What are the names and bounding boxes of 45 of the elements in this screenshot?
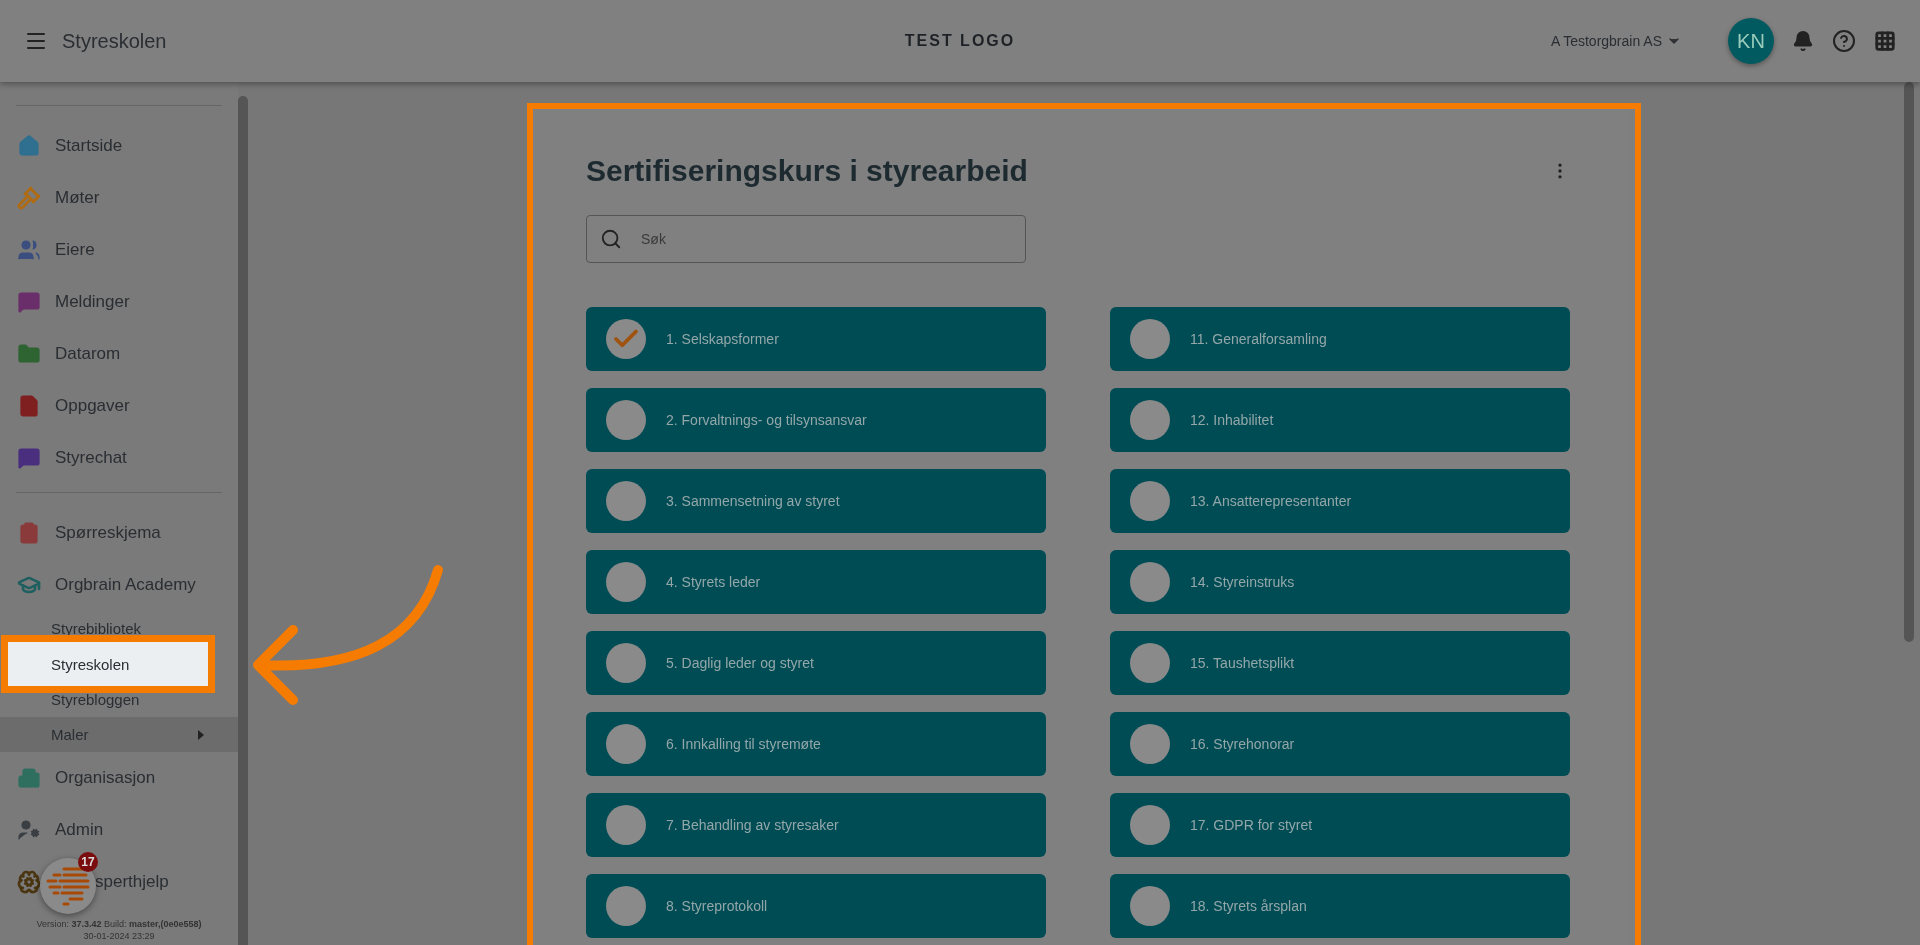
course-button[interactable]: 11. Generalforsamling [1110, 307, 1570, 371]
brain-lines-icon [44, 866, 92, 906]
course-button[interactable]: 8. Styreprotokoll [586, 874, 1046, 938]
course-button[interactable]: 13. Ansatterepresentanter [1110, 469, 1570, 533]
course-button[interactable]: 2. Forvaltnings- og tilsynsansvar [586, 388, 1046, 452]
sidebar-item[interactable]: Styrechat [0, 445, 238, 471]
sidebar-item[interactable]: Meldinger [0, 289, 238, 315]
sidebar-item[interactable]: Organisasjon [0, 765, 238, 791]
course-button[interactable]: 15. Taushetsplikt [1110, 631, 1570, 695]
course-button[interactable]: 12. Inhabilitet [1110, 388, 1570, 452]
course-button[interactable]: 16. Styrehonorar [1110, 712, 1570, 776]
course-button[interactable]: 6. Innkalling til styremøte [586, 712, 1046, 776]
course-button[interactable]: 17. GDPR for styret [1110, 793, 1570, 857]
avatar[interactable]: KN [1728, 18, 1774, 64]
scrollbar[interactable] [238, 96, 248, 945]
course-button[interactable]: 3. Sammensetning av styret [586, 469, 1046, 533]
course-button[interactable]: 7. Behandling av styresaker [586, 793, 1046, 857]
submenu-item[interactable]: Maler [0, 717, 238, 752]
course-button[interactable]: 5. Daglig leder og styret [586, 631, 1046, 695]
build-date: 30-01-2024 23:29 [82, 931, 156, 941]
version-text: Version: 37.3.42 Build: master,(0e0e558) [35, 919, 203, 929]
organization-dropdown[interactable]: A Testorgbrain AS [1544, 32, 1688, 50]
sidebar-item[interactable]: Eiere [0, 237, 238, 263]
apps-icon[interactable] [1874, 30, 1896, 52]
search-field[interactable]: Søk [586, 215, 1026, 263]
course-title: Sertifiseringskurs i styrearbeid [586, 154, 1028, 188]
sidebar-item[interactable]: Datarom [0, 341, 238, 367]
search-icon [600, 228, 622, 250]
logo: TEST LOGO [904, 32, 1016, 50]
help-icon[interactable] [1832, 29, 1856, 53]
sidebar-item[interactable]: Orgbrain Academy [0, 572, 238, 598]
sidebar-item[interactable]: Admin [0, 817, 238, 843]
bell-icon[interactable] [1792, 30, 1814, 52]
page-title: Styreskolen [62, 29, 167, 53]
sidebar-item[interactable]: sperthjelp [0, 869, 238, 895]
sidebar-item[interactable]: Møter [0, 185, 238, 211]
course-button[interactable]: 14. Styreinstruks [1110, 550, 1570, 614]
sidebar-item[interactable]: Oppgaver [0, 393, 238, 419]
sidebar-item[interactable]: Startside [0, 133, 238, 159]
course-button[interactable]: 1. Selskapsformer [586, 307, 1046, 371]
scrollbar[interactable] [1904, 82, 1914, 642]
course-button[interactable]: 4. Styrets leder [586, 550, 1046, 614]
sidebar-item[interactable]: Spørreskjema [0, 520, 238, 546]
course-button[interactable]: 18. Styrets årsplan [1110, 874, 1570, 938]
caret-icon [198, 729, 204, 740]
